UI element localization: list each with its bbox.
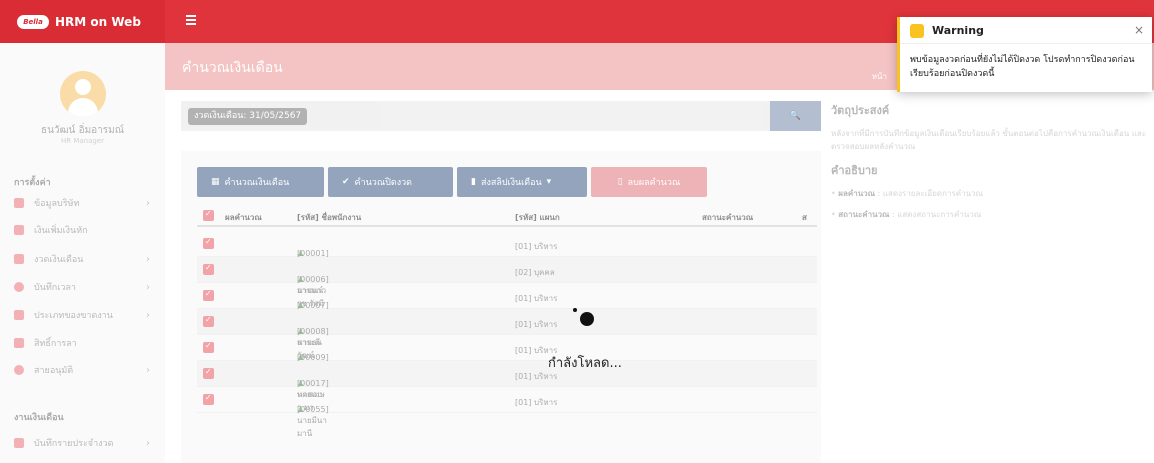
avatar [60, 71, 106, 117]
col-result[interactable]: ผลคำนวณ [225, 211, 262, 224]
trash-icon: ▯ [617, 177, 623, 187]
table-row[interactable]: ♟ [00006] นายนาวรช รัศมี [02] บุคคล [197, 257, 817, 308]
warning-icon [910, 24, 924, 38]
sidebar-item-label: ประเภทของขาดงาน [34, 311, 113, 321]
period-badge[interactable]: งวดเงินเดือน: 31/05/2567 [188, 108, 308, 125]
sidebar: ธนวัฒน์ อิ่มอารมณ์ HR Manager การตั้งค่า… [0, 43, 165, 463]
sidebar-item-pay-period[interactable]: งวดเงินเดือน › [14, 251, 154, 267]
objective-text: หลังจากที่มีการบันทึกข้อมูลเงินเดือนเรีย… [831, 129, 1147, 151]
table-row[interactable]: ♟ [00017] นายเมษา มา [01] บริหาร [197, 361, 817, 412]
breadcrumb[interactable]: หน้า [872, 70, 887, 83]
chevron-right-icon: › [146, 281, 150, 293]
clock-icon [14, 282, 24, 292]
brand[interactable]: Bella HRM on Web [0, 0, 165, 43]
col-status[interactable]: สถานะคำนวณ [702, 211, 753, 224]
sidebar-item-timesheet[interactable]: บันทึกเวลา › [14, 279, 154, 295]
spinner-dot [573, 308, 577, 312]
check-circle-icon [14, 365, 24, 375]
info-panel: วัตถุประสงค์ หลังจากที่มีการบันทึกข้อมูล… [831, 101, 1151, 229]
row-checkbox[interactable] [203, 289, 214, 301]
toast-header: Warning × [900, 17, 1152, 44]
loading-text: กำลังโหลด... [548, 356, 622, 371]
salary-panel: ▦ คำนวณเงินเดือน ✔ คำนวณปิดงวด ▮ ส่งสลิป… [181, 151, 821, 463]
description-item: • สถานะคำนวณ : แสดงสถานะการคำนวณ [831, 210, 982, 219]
description-title: คำอธิบาย [831, 164, 878, 177]
chevron-right-icon: › [146, 364, 150, 376]
table-header: ผลคำนวณ [รหัส] ชื่อพนักงาน [รหัส] แผนก ส… [197, 205, 817, 227]
sidebar-item-absence-type[interactable]: ประเภทของขาดงาน › [14, 307, 154, 323]
row-checkbox[interactable] [203, 393, 214, 405]
list-icon [14, 225, 24, 235]
brand-name: HRM on Web [55, 14, 141, 29]
delete-result-button[interactable]: ▯ ลบผลคำนวณ [591, 167, 707, 197]
table-row[interactable]: ♟ [00055] นายมีนา มานี [01] บริหาร [197, 387, 817, 438]
row-checkbox[interactable] [203, 263, 214, 275]
close-icon[interactable]: × [1134, 23, 1144, 37]
document-icon [14, 338, 24, 348]
calculate-close-button[interactable]: ✔ คำนวณปิดงวด [328, 167, 453, 197]
user-role: HR Manager [60, 137, 105, 145]
caret-down-icon: ▾ [546, 177, 552, 187]
send-slip-button[interactable]: ▮ ส่งสลิปเงินเดือน ▾ [457, 167, 587, 197]
chevron-right-icon: › [146, 197, 150, 209]
search-icon: 🔍 [789, 111, 802, 121]
toolbar: ▦ คำนวณเงินเดือน ✔ คำนวณปิดงวด ▮ ส่งสลิป… [197, 167, 711, 197]
file-icon: ▮ [471, 177, 476, 187]
user-name: ธนวัฒน์ อิ่มอารมณ์ [40, 125, 125, 136]
col-department[interactable]: [รหัส] แผนก [515, 211, 560, 224]
chevron-right-icon: › [146, 253, 150, 265]
menu-toggle-icon[interactable] [186, 15, 196, 25]
search-button[interactable]: 🔍 [770, 101, 821, 131]
select-all-checkbox[interactable] [203, 209, 214, 221]
calculator-icon: ▦ [211, 177, 220, 187]
description-item: • ผลคำนวณ : แสดงรายละเอียดการคำนวณ [831, 189, 983, 198]
sidebar-item-allowance[interactable]: เงินเพิ่มเงินหัก [14, 222, 154, 238]
check-icon: ✔ [342, 177, 350, 187]
table-row[interactable]: ♟ [00008] นายธนวัฒน์ ทดสอบแก้ไข [01] บริ… [197, 309, 817, 386]
calculate-salary-button[interactable]: ▦ คำนวณเงินเดือน [197, 167, 324, 197]
table-row[interactable]: ♟ [00001] นายธนวัฒน์ อิ่มอารมณ์ [01] บริ… [197, 231, 817, 295]
money-icon [14, 254, 24, 264]
sidebar-item-label: สิทธิ์การลา [34, 339, 77, 349]
loading-spinner [580, 312, 594, 326]
sidebar-section-settings: การตั้งค่า [14, 178, 51, 188]
row-checkbox[interactable] [203, 341, 214, 353]
chevron-right-icon: › [146, 437, 150, 449]
sidebar-item-label: งวดเงินเดือน [34, 255, 84, 265]
table-row[interactable]: ♟ [00007] นายอนิคร สาระดี [01] บริหาร [197, 283, 817, 347]
chevron-right-icon: › [146, 309, 150, 321]
brand-logo: Bella [17, 14, 49, 29]
col-employee[interactable]: [รหัส] ชื่อพนักงาน [297, 211, 361, 224]
sidebar-item-approval[interactable]: สายอนุมัติ › [14, 362, 154, 378]
sidebar-item-label: สายอนุมัติ [34, 366, 74, 376]
page-title: คำนวณเงินเดือน [182, 60, 283, 76]
book-icon [14, 438, 24, 448]
calendar-icon [14, 310, 24, 320]
sidebar-item-label: บันทึกเวลา [34, 283, 76, 293]
row-checkbox[interactable] [203, 315, 214, 327]
sidebar-item-company[interactable]: ข้อมูลบริษัท › [14, 195, 154, 211]
home-icon [14, 198, 24, 208]
table-row[interactable]: ♟ [00009] นายธนวัฒน์ ทดสอบ [01] บริหาร [197, 335, 817, 399]
sidebar-section-payroll: งานเงินเดือน [14, 413, 64, 423]
sidebar-item-leave-rights[interactable]: สิทธิ์การลา [14, 335, 154, 351]
sidebar-item-label: บันทึกรายประจำงวด [34, 439, 114, 449]
warning-toast: Warning × พบข้อมูลงวดก่อนที่ยังไม่ได้ปิด… [897, 17, 1152, 92]
sidebar-item-label: เงินเพิ่มเงินหัก [34, 226, 88, 236]
toast-message: พบข้อมูลงวดก่อนที่ยังไม่ได้ปิดงวด โปรดทำ… [910, 55, 1135, 79]
col-more[interactable]: ส [802, 211, 807, 224]
toast-title: Warning [932, 24, 984, 37]
row-checkbox[interactable] [203, 237, 214, 249]
sidebar-item-period-record[interactable]: บันทึกรายประจำงวด › [14, 435, 154, 451]
objective-title: วัตถุประสงค์ [831, 104, 890, 117]
row-checkbox[interactable] [203, 367, 214, 379]
sidebar-item-label: ข้อมูลบริษัท [34, 199, 80, 209]
period-filter: งวดเงินเดือน: 31/05/2567 🔍 [181, 101, 821, 131]
